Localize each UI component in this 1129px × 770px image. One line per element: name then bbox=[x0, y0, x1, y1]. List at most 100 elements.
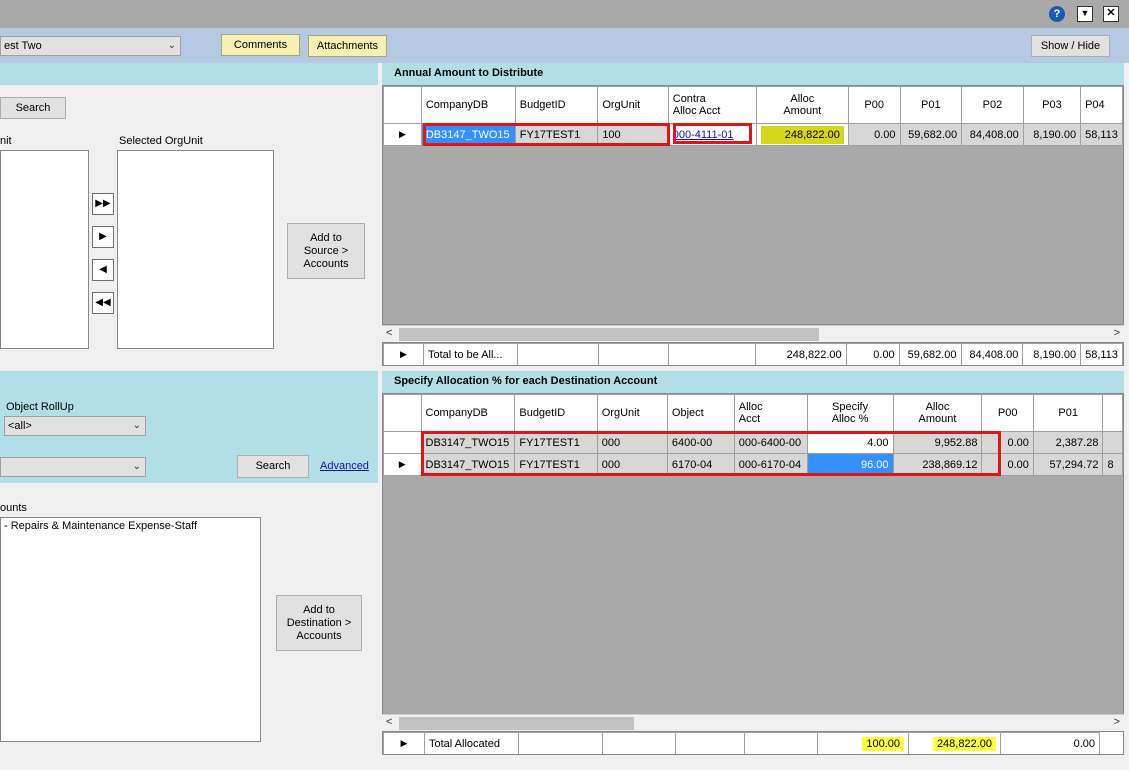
table-row[interactable]: DB3147_TWO15 FY17TEST1 000 6400-00 000-6… bbox=[383, 431, 1123, 454]
advanced-link[interactable]: Advanced bbox=[320, 460, 369, 472]
col-p02[interactable]: P02 bbox=[961, 86, 1024, 124]
comments-button[interactable]: Comments bbox=[221, 34, 300, 56]
cell-object[interactable]: 6400-00 bbox=[666, 431, 735, 454]
add-source-line2: Source > bbox=[303, 245, 349, 257]
contra-acct-link[interactable]: 000-4111-01 bbox=[673, 129, 734, 141]
move-all-left-button[interactable]: ◀◀ bbox=[92, 292, 114, 314]
selected-orgunit-label: Selected OrgUnit bbox=[119, 135, 203, 147]
cell-alloc-amount[interactable]: 9,952.88 bbox=[892, 431, 983, 454]
cell-p02[interactable]: 84,408.00 bbox=[961, 123, 1024, 146]
add-source-line3: Accounts bbox=[303, 258, 349, 270]
destination-filter-select[interactable]: ⌄ bbox=[0, 457, 146, 477]
cell-companydb[interactable]: DB3147_TWO15 bbox=[420, 431, 516, 454]
col-p00[interactable]: P00 bbox=[981, 394, 1034, 432]
table-row[interactable]: ▶ DB3147_TWO15 FY17TEST1 100 000-4111-01… bbox=[383, 123, 1123, 146]
attachments-button[interactable]: Attachments bbox=[308, 35, 387, 57]
destination-search-button[interactable]: Search bbox=[237, 455, 309, 478]
help-icon[interactable]: ? bbox=[1049, 6, 1065, 22]
cell-object[interactable]: 6170-04 bbox=[666, 453, 735, 476]
total-alloc-amount: 248,822.00 bbox=[754, 343, 847, 365]
col-budgetid[interactable]: BudgetID bbox=[514, 86, 599, 124]
scroll-thumb[interactable] bbox=[399, 328, 819, 341]
move-right-button[interactable]: ▶ bbox=[92, 226, 114, 248]
cell-alloc-amount[interactable]: 248,822.00 bbox=[755, 123, 849, 146]
table-row[interactable]: ▶ DB3147_TWO15 FY17TEST1 000 6170-04 000… bbox=[383, 453, 1123, 476]
cell-orgunit[interactable]: 000 bbox=[596, 453, 668, 476]
scroll-thumb[interactable] bbox=[399, 717, 634, 730]
chevron-down-icon: ⌄ bbox=[132, 420, 141, 431]
cell-p04[interactable]: 58,113 bbox=[1080, 123, 1123, 146]
cell-p01[interactable]: 59,682.00 bbox=[899, 123, 963, 146]
list-item[interactable]: - Repairs & Maintenance Expense-Staff bbox=[4, 520, 257, 532]
col-specify-alloc-pct[interactable]: Specify Alloc % bbox=[806, 394, 894, 432]
selected-orgunit-list[interactable] bbox=[117, 150, 274, 349]
move-left-button[interactable]: ◀ bbox=[92, 259, 114, 281]
cell-companydb[interactable]: DB3147_TWO15 bbox=[420, 123, 516, 146]
add-source-line1: Add to bbox=[310, 232, 342, 244]
total-row: ▶ Total to be All... 248,822.00 0.00 59,… bbox=[383, 343, 1123, 365]
window-title-bar bbox=[0, 0, 1129, 28]
cell-p00[interactable]: 0.00 bbox=[981, 431, 1034, 454]
col-p00[interactable]: P00 bbox=[847, 86, 901, 124]
show-hide-button[interactable]: Show / Hide bbox=[1031, 35, 1110, 57]
cell-p02[interactable]: 8 bbox=[1102, 453, 1123, 476]
cell-orgunit[interactable]: 100 bbox=[597, 123, 669, 146]
col-budgetid[interactable]: BudgetID bbox=[514, 394, 598, 432]
orgunit-list[interactable] bbox=[0, 150, 89, 349]
cell-p02[interactable] bbox=[1102, 431, 1123, 454]
col-p01[interactable]: P01 bbox=[899, 86, 963, 124]
total-empty-1 bbox=[516, 343, 599, 365]
total-p01: 59,682.00 bbox=[898, 343, 962, 365]
col-object[interactable]: Object bbox=[666, 394, 735, 432]
source-search-button[interactable]: Search bbox=[0, 97, 66, 119]
col-companydb[interactable]: CompanyDB bbox=[420, 86, 516, 124]
row-pointer-icon: ▶ bbox=[383, 732, 425, 754]
col-companydb[interactable]: CompanyDB bbox=[420, 394, 516, 432]
cell-p00[interactable]: 0.00 bbox=[847, 123, 901, 146]
scenario-select[interactable]: est Two ⌄ bbox=[0, 36, 181, 56]
col-orgunit[interactable]: OrgUnit bbox=[596, 394, 668, 432]
col-p01[interactable]: P01 bbox=[1032, 394, 1104, 432]
col-orgunit[interactable]: OrgUnit bbox=[597, 86, 669, 124]
scroll-left-icon[interactable]: < bbox=[386, 716, 392, 728]
destination-total-table: ▶ Total Allocated 100.00 248,822.00 0.00 bbox=[383, 732, 1100, 754]
dropdown-icon[interactable]: ▼ bbox=[1077, 6, 1093, 22]
cell-budgetid[interactable]: FY17TEST1 bbox=[514, 123, 599, 146]
scroll-right-icon[interactable]: > bbox=[1114, 716, 1120, 728]
col-alloc-amount[interactable]: Alloc Amount bbox=[755, 86, 849, 124]
col-p02[interactable] bbox=[1102, 394, 1123, 432]
col-p03[interactable]: P03 bbox=[1022, 86, 1082, 124]
total-empty-3 bbox=[668, 343, 756, 365]
total-alloc-amount: 248,822.00 bbox=[908, 732, 1001, 754]
scroll-left-icon[interactable]: < bbox=[386, 327, 392, 339]
destination-horizontal-scrollbar[interactable]: < > bbox=[382, 714, 1124, 731]
total-label: Total Allocated bbox=[424, 732, 519, 754]
cell-companydb[interactable]: DB3147_TWO15 bbox=[420, 453, 516, 476]
cell-alloc-acct[interactable]: 000-6170-04 bbox=[733, 453, 808, 476]
cell-orgunit[interactable]: 000 bbox=[596, 431, 668, 454]
cell-alloc-pct[interactable]: 4.00 bbox=[806, 431, 894, 454]
cell-alloc-acct[interactable]: 000-6400-00 bbox=[733, 431, 808, 454]
cell-p01[interactable]: 57,294.72 bbox=[1032, 453, 1104, 476]
cell-budgetid[interactable]: FY17TEST1 bbox=[514, 453, 598, 476]
annual-horizontal-scrollbar[interactable]: < > bbox=[382, 325, 1124, 342]
add-source-accounts-button[interactable]: Add to Source > Accounts bbox=[287, 223, 365, 279]
cell-alloc-amount[interactable]: 238,869.12 bbox=[892, 453, 983, 476]
cell-p01[interactable]: 2,387.28 bbox=[1032, 431, 1104, 454]
cell-contra-acct[interactable]: 000-4111-01 bbox=[667, 123, 757, 146]
col-alloc-acct[interactable]: Alloc Acct bbox=[733, 394, 808, 432]
cell-p03[interactable]: 8,190.00 bbox=[1022, 123, 1082, 146]
scroll-right-icon[interactable]: > bbox=[1114, 327, 1120, 339]
col-p04[interactable]: P04 bbox=[1080, 86, 1123, 124]
move-all-right-button[interactable]: ▶▶ bbox=[92, 193, 114, 215]
add-destination-accounts-button[interactable]: Add to Destination > Accounts bbox=[276, 595, 362, 651]
cell-p00[interactable]: 0.00 bbox=[981, 453, 1034, 476]
cell-alloc-pct[interactable]: 96.00 bbox=[806, 453, 894, 476]
cell-budgetid[interactable]: FY17TEST1 bbox=[514, 431, 598, 454]
close-icon[interactable]: ✕ bbox=[1103, 6, 1119, 22]
accounts-list[interactable]: - Repairs & Maintenance Expense-Staff bbox=[0, 517, 261, 742]
object-rollup-select[interactable]: <all> ⌄ bbox=[4, 416, 146, 436]
col-alloc-amount[interactable]: Alloc Amount bbox=[892, 394, 983, 432]
col-contra-alloc-acct[interactable]: Contra Alloc Acct bbox=[667, 86, 757, 124]
annual-table: CompanyDB BudgetID OrgUnit Contra Alloc … bbox=[383, 86, 1123, 146]
